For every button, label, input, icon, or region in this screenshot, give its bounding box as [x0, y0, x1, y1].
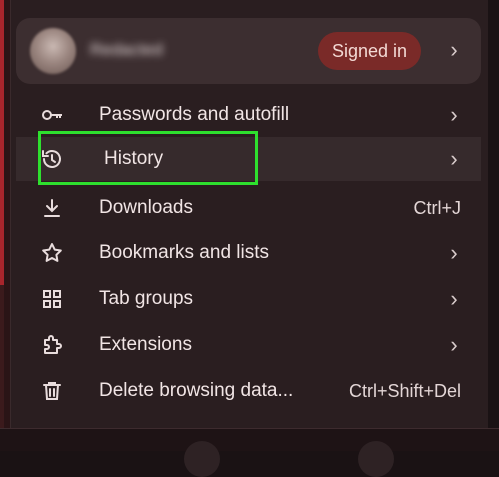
signed-in-badge: Signed in — [318, 32, 422, 70]
profile-name: Redacted — [90, 40, 163, 59]
bottom-bar — [0, 428, 499, 477]
menu-item-label: Bookmarks and lists — [99, 242, 270, 263]
chevron-right-icon: › — [450, 286, 458, 311]
menu-item-tab-groups[interactable]: Tab groups › — [16, 277, 481, 321]
shortcut-text: Ctrl+Shift+Del — [348, 381, 461, 401]
chevron-right-icon: › — [450, 37, 458, 62]
menu-item-delete-browsing-data[interactable]: Delete browsing data... Ctrl+Shift+Del — [16, 369, 481, 413]
annotation-highlight-box — [38, 131, 258, 185]
bottom-bar-shape — [358, 441, 394, 477]
bottom-bar-shape — [184, 441, 220, 477]
chevron-right-icon: › — [450, 240, 458, 265]
menu-item-downloads[interactable]: Downloads Ctrl+J — [16, 186, 481, 230]
shortcut-text: Ctrl+J — [413, 198, 461, 218]
extension-icon — [40, 333, 64, 357]
menu-item-label: Tab groups — [99, 288, 194, 309]
star-icon — [40, 241, 64, 265]
avatar — [30, 28, 76, 74]
download-icon — [40, 196, 64, 220]
tab-groups-icon — [40, 287, 64, 311]
chevron-right-icon: › — [450, 146, 458, 171]
chevron-right-icon: › — [450, 332, 458, 357]
menu-item-label: Extensions — [99, 334, 192, 355]
key-icon — [40, 103, 64, 127]
menu-item-extensions[interactable]: Extensions › — [16, 323, 481, 367]
profile-card[interactable]: Redacted Signed in › — [16, 18, 481, 84]
menu-item-bookmarks-and-lists[interactable]: Bookmarks and lists › — [16, 231, 481, 275]
trash-icon — [40, 379, 64, 403]
menu-item-label: Delete browsing data... — [99, 380, 294, 401]
chevron-right-icon: › — [450, 102, 458, 127]
menu-item-label: Downloads — [99, 197, 193, 218]
